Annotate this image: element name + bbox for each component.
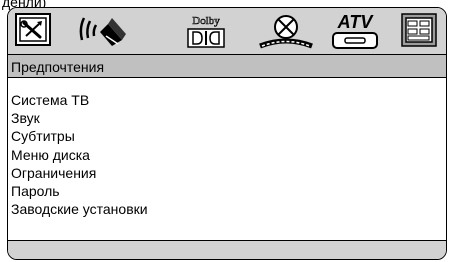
menu-item-factory-settings[interactable]: Заводские установки [11, 200, 148, 218]
setup-icon-bar: Dolby ATV [8, 8, 446, 54]
menu-item-password[interactable]: Пароль [11, 182, 148, 200]
video-setup-icon[interactable] [258, 12, 314, 49]
osd-setup-screen: Dolby ATV Предпочтения Система ТВ Звук С… [7, 7, 447, 260]
menu-item-subtitles[interactable]: Субтитры [11, 127, 148, 145]
audio-setup-icon[interactable] [78, 12, 134, 48]
atv-tuner-icon[interactable]: ATV [330, 12, 380, 49]
menu-item-parental[interactable]: Ограничения [11, 164, 148, 182]
menu-item-audio[interactable]: Звук [11, 109, 148, 127]
menu-item-tv-system[interactable]: Система ТВ [11, 91, 148, 109]
atv-label: ATV [337, 12, 375, 32]
general-setup-icon[interactable] [13, 12, 53, 48]
menu-title-bar: Предпочтения [8, 54, 446, 78]
preferences-icon[interactable] [400, 12, 438, 48]
dolby-setup-icon[interactable]: Dolby [184, 12, 228, 48]
status-bar [8, 240, 446, 259]
menu-title: Предпочтения [11, 59, 105, 75]
menu-item-disc-menu[interactable]: Меню диска [11, 146, 148, 164]
dolby-label: Dolby [192, 15, 220, 27]
preferences-menu: Система ТВ Звук Субтитры Меню диска Огра… [11, 91, 148, 218]
